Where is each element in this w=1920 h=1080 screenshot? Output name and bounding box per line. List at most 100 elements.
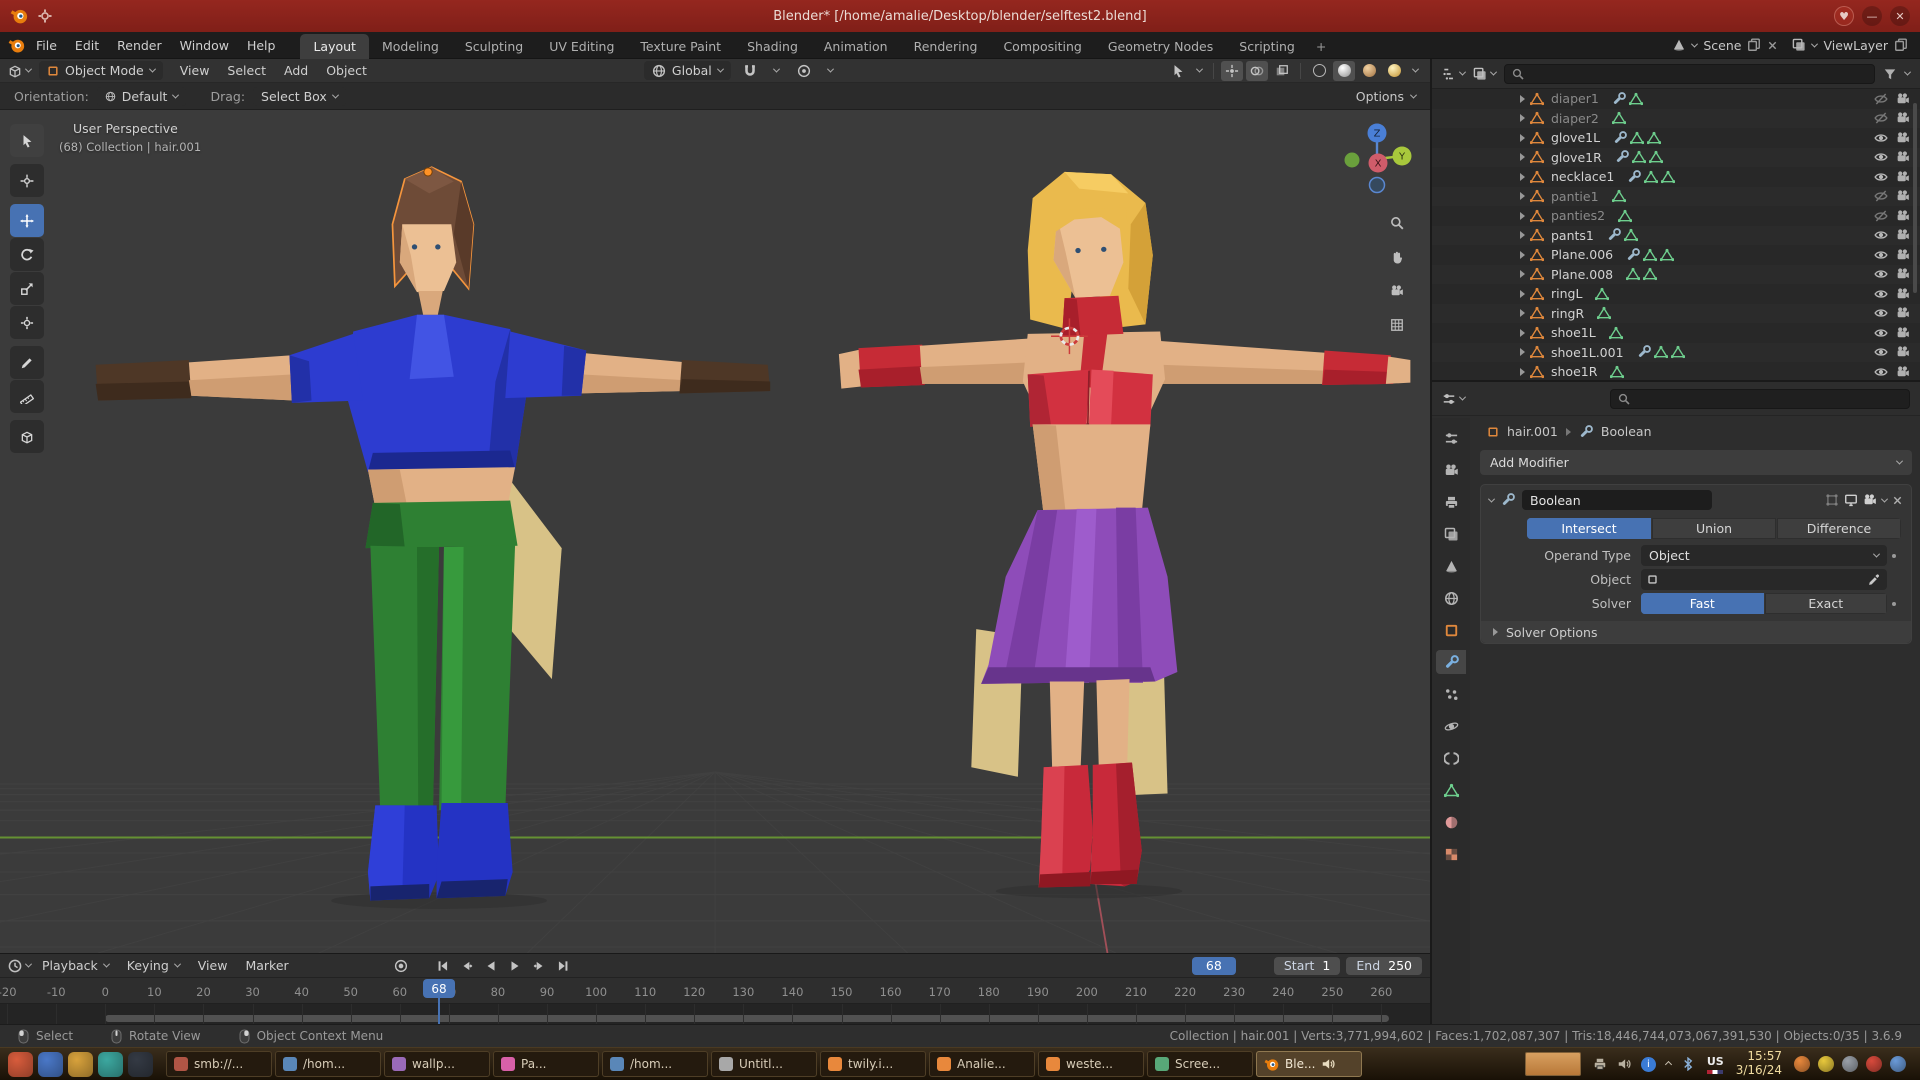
expand-icon[interactable]: [1520, 290, 1525, 298]
playhead[interactable]: 68: [423, 979, 455, 998]
taskbar-window--hom-[interactable]: /hom...: [602, 1051, 708, 1077]
operation-intersect[interactable]: Intersect: [1527, 518, 1651, 539]
new-viewlayer-icon[interactable]: [1894, 38, 1908, 52]
solver-options-subpanel[interactable]: Solver Options: [1481, 621, 1911, 643]
unlink-scene-icon[interactable]: [1767, 40, 1778, 51]
info-tray-icon[interactable]: i: [1641, 1057, 1656, 1072]
previous-keyframe-button[interactable]: [456, 956, 478, 976]
3d-viewport[interactable]: User Perspective (68) Collection | hair.…: [0, 110, 1430, 953]
zoom-button[interactable]: [1386, 212, 1408, 234]
shading-wireframe-button[interactable]: [1308, 61, 1330, 81]
solver-exact[interactable]: Exact: [1765, 593, 1888, 614]
taskbar-window-pa-[interactable]: Pa...: [493, 1051, 599, 1077]
titlebar[interactable]: Blender* [/home/amalie/Desktop/blender/s…: [0, 0, 1920, 32]
outliner-item-ringl[interactable]: ringL: [1432, 284, 1920, 304]
outliner-item-pantie1[interactable]: pantie1: [1432, 187, 1920, 207]
outliner-item-pants1[interactable]: pants1: [1432, 226, 1920, 246]
tray-app-icon-4[interactable]: [1866, 1056, 1882, 1072]
outliner-item-diaper2[interactable]: diaper2: [1432, 109, 1920, 129]
shading-dropdown[interactable]: [1408, 61, 1422, 81]
tab-animation[interactable]: Animation: [811, 34, 901, 59]
jump-to-start-button[interactable]: [432, 956, 454, 976]
expand-icon[interactable]: [1520, 212, 1525, 220]
modifier-panel-header[interactable]: Boolean: [1481, 485, 1911, 515]
taskbar-window-weste-[interactable]: weste...: [1038, 1051, 1144, 1077]
taskbar-window-scree-[interactable]: Scree...: [1147, 1051, 1253, 1077]
snap-settings-dropdown[interactable]: [769, 61, 785, 81]
menu-file[interactable]: File: [27, 34, 66, 57]
expand-icon[interactable]: [1520, 114, 1525, 122]
tool-options-dropdown[interactable]: Options: [1356, 89, 1416, 104]
outliner-item-glove1l[interactable]: glove1L: [1432, 128, 1920, 148]
expand-icon[interactable]: [1520, 95, 1525, 103]
mode-selector[interactable]: Object Mode: [39, 61, 163, 80]
expand-icon[interactable]: [1520, 192, 1525, 200]
properties-search-input[interactable]: [1610, 389, 1910, 409]
breadcrumb-object[interactable]: hair.001: [1507, 424, 1558, 439]
tab-sculpting[interactable]: Sculpting: [452, 34, 536, 59]
add-modifier-button[interactable]: Add Modifier: [1480, 450, 1912, 475]
viewport-menu-add[interactable]: Add: [275, 59, 317, 82]
viewport-menu-select[interactable]: Select: [218, 59, 275, 82]
operation-difference[interactable]: Difference: [1777, 518, 1901, 539]
properties-tab-texture[interactable]: [1436, 842, 1466, 866]
menu-help[interactable]: Help: [238, 34, 285, 57]
auto-key-button[interactable]: [390, 956, 412, 976]
modifier-name-field[interactable]: Boolean: [1522, 490, 1712, 510]
timeline-menu-playback[interactable]: Playback: [33, 954, 118, 977]
outliner-item-necklace1[interactable]: necklace1: [1432, 167, 1920, 187]
tool-transform[interactable]: [10, 306, 44, 339]
viewport-menu-view[interactable]: View: [171, 59, 219, 82]
tab-texture-paint[interactable]: Texture Paint: [627, 34, 734, 59]
play-button[interactable]: [504, 956, 526, 976]
taskbar-window-twily-i-[interactable]: twily.i...: [820, 1051, 926, 1077]
eyedropper-icon[interactable]: [1867, 573, 1881, 587]
toggle-ortho-button[interactable]: [1386, 314, 1408, 336]
printer-tray-icon[interactable]: [1593, 1057, 1607, 1071]
expand-icon[interactable]: [1520, 309, 1525, 317]
breadcrumb-modifier[interactable]: Boolean: [1601, 424, 1652, 439]
edit-mode-toggle-icon[interactable]: [1825, 493, 1839, 507]
workspace-launcher[interactable]: [98, 1052, 123, 1077]
expand-icon[interactable]: [1520, 173, 1525, 181]
menu-edit[interactable]: Edit: [66, 34, 108, 57]
shading-material-button[interactable]: [1358, 61, 1380, 81]
pin-window-button[interactable]: ♥: [1834, 6, 1854, 26]
tray-app-icon-3[interactable]: [1842, 1056, 1858, 1072]
timeline-track[interactable]: [0, 1004, 1430, 1024]
orientation-setting-dropdown[interactable]: Default: [97, 87, 187, 106]
operation-union[interactable]: Union: [1652, 518, 1776, 539]
taskbar-window--hom-[interactable]: /hom...: [275, 1051, 381, 1077]
expand-icon[interactable]: [1520, 231, 1525, 239]
outliner-search-input[interactable]: [1504, 64, 1875, 84]
properties-tab-physics[interactable]: [1436, 714, 1466, 738]
outliner-item-panties2[interactable]: panties2: [1432, 206, 1920, 226]
viewport-canvas[interactable]: [0, 110, 1430, 953]
properties-tab-render[interactable]: [1436, 458, 1466, 482]
tray-app-icon-2[interactable]: [1818, 1056, 1834, 1072]
shading-solid-button[interactable]: [1333, 61, 1355, 81]
camera-view-button[interactable]: [1386, 280, 1408, 302]
realtime-toggle-icon[interactable]: [1844, 493, 1858, 507]
navigation-gizmo[interactable]: Z Y X: [1336, 118, 1418, 200]
tab-geometry-nodes[interactable]: Geometry Nodes: [1095, 34, 1226, 59]
decorator-dot[interactable]: [1887, 602, 1901, 606]
outliner-item-diaper1[interactable]: diaper1: [1432, 89, 1920, 109]
tool-scale[interactable]: [10, 272, 44, 305]
show-gizmo-button[interactable]: [1221, 61, 1243, 81]
caret-up-tray-icon[interactable]: [1666, 1062, 1671, 1067]
timeline-menu-view[interactable]: View: [189, 954, 237, 977]
outliner-editor-selector[interactable]: [1442, 67, 1465, 81]
operand-type-dropdown[interactable]: Object: [1641, 545, 1887, 566]
expand-icon[interactable]: [1520, 270, 1525, 278]
expand-icon[interactable]: [1520, 348, 1525, 356]
blender-menu-icon[interactable]: [8, 37, 25, 54]
keyboard-layout-indicator[interactable]: US: [1707, 1055, 1724, 1074]
properties-tab-particles[interactable]: [1436, 682, 1466, 706]
tab-scripting[interactable]: Scripting: [1226, 34, 1308, 59]
tab-compositing[interactable]: Compositing: [990, 34, 1094, 59]
render-toggle-icon[interactable]: [1863, 493, 1877, 507]
scene-selector[interactable]: Scene: [1672, 38, 1778, 53]
browser-launcher[interactable]: [38, 1052, 63, 1077]
outliner-item-ringr[interactable]: ringR: [1432, 304, 1920, 324]
